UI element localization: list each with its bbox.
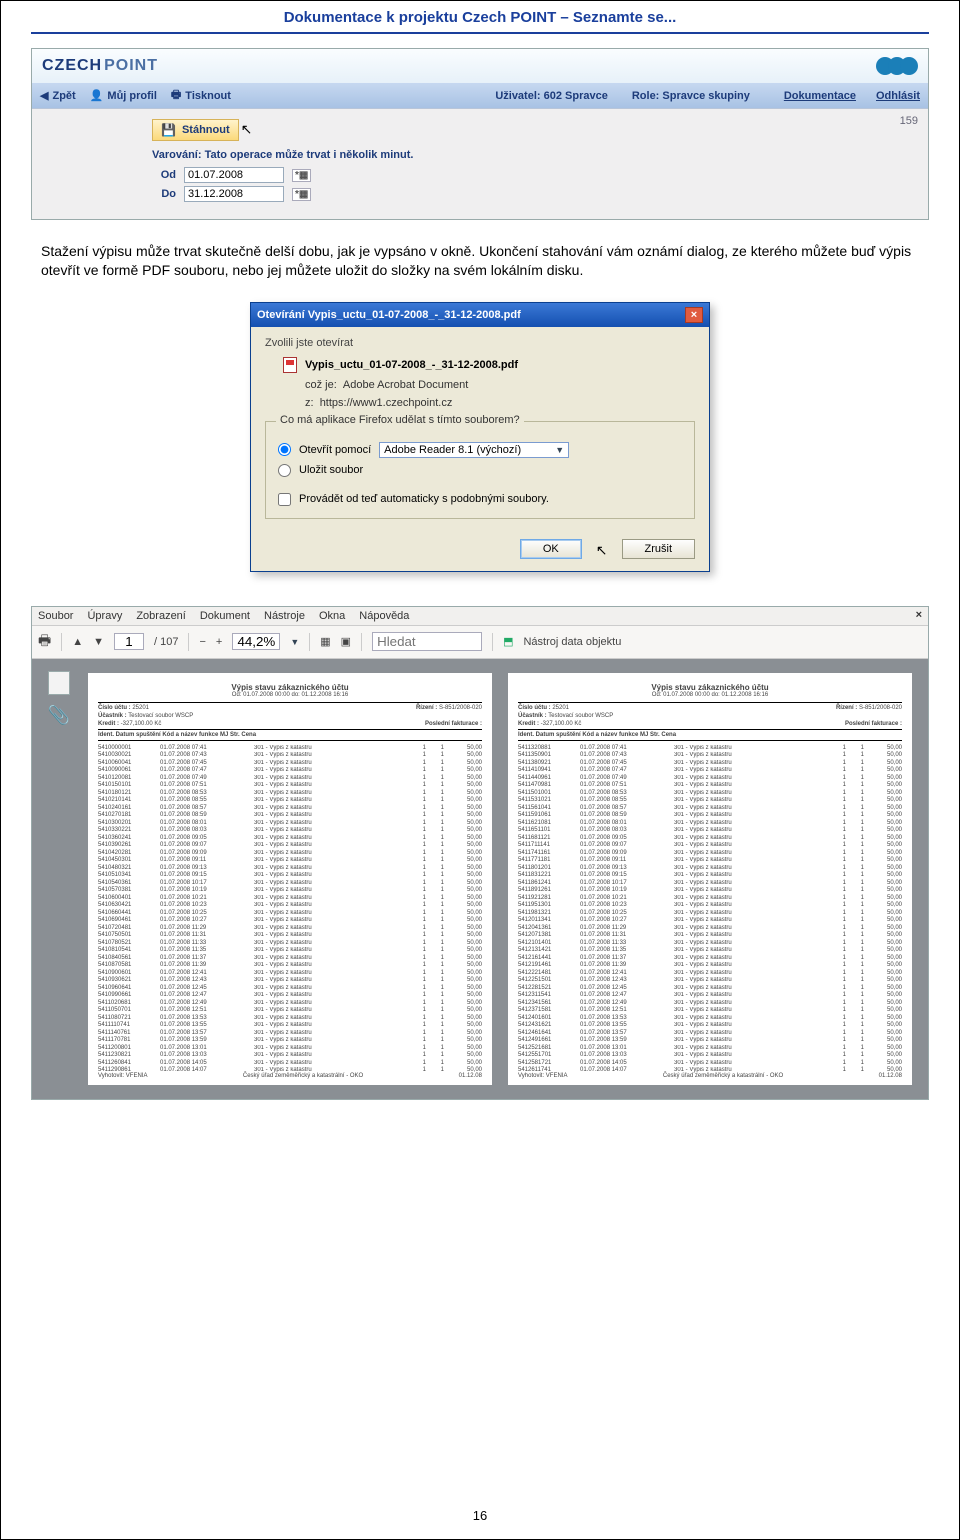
pdf-menu: Soubor Úpravy Zobrazení Dokument Nástroje Okn… [32, 607, 928, 626]
logout-link[interactable]: Odhlásit [876, 90, 920, 102]
zoom-out-icon[interactable]: − [199, 636, 205, 648]
object-tool-label: Nástroj data objektu [523, 636, 621, 648]
open-label: Otevřít pomocí [299, 444, 371, 456]
logo-czech: CZECH [42, 57, 102, 75]
back-icon: ◀ [40, 89, 48, 102]
pdf-side-panel: 📎 [40, 671, 78, 726]
viewmode-icon[interactable]: ▣ [341, 635, 351, 648]
page-up-icon[interactable]: ▲ [72, 636, 83, 648]
ok-button[interactable]: OK [520, 539, 582, 559]
zoom-in-icon[interactable]: + [216, 636, 222, 648]
viewmode-icon[interactable]: ▦ [320, 635, 330, 648]
czechpoint-app: CZECH POINT ◀Zpět 👤Můj profil 🖶Tisknout … [31, 48, 929, 220]
cursor-icon: ↖ [596, 542, 608, 559]
attachment-icon[interactable]: 📎 [48, 705, 70, 726]
print-icon[interactable]: 🖶 [38, 630, 51, 654]
page-number: 16 [1, 1508, 959, 1523]
pdf-page-2: Výpis stavu zákaznického účtuOd: 01.07.2… [508, 673, 912, 1085]
chevron-down-icon[interactable]: ▼ [290, 637, 299, 647]
logo-point: POINT [104, 57, 158, 75]
pdf-menu-item[interactable]: Úpravy [87, 610, 122, 622]
pdf-menu-item[interactable]: Dokument [200, 610, 250, 622]
user-icon: 👤 [90, 89, 104, 102]
pdf-icon [283, 357, 297, 373]
pdf-viewer: Soubor Úpravy Zobrazení Dokument Nástroje Okn… [31, 606, 929, 1100]
dialog-subtitle: Zvolili jste otevírat [265, 337, 695, 349]
paragraph-text: Stažení výpisu může trvat skutečně delší… [41, 242, 919, 280]
brand-bubbles-icon [876, 57, 918, 75]
page-input[interactable] [114, 633, 144, 650]
remember-label: Provádět od teď automaticky s podobnými … [299, 493, 549, 505]
profile-button[interactable]: 👤Můj profil [90, 89, 157, 102]
from-input[interactable] [184, 167, 284, 183]
pdf-menu-item[interactable]: Okna [319, 610, 345, 622]
close-icon[interactable]: × [685, 307, 703, 323]
pdf-menu-item[interactable]: Soubor [38, 610, 73, 622]
file-source: z: https://www1.czechpoint.cz [305, 397, 695, 409]
cancel-button[interactable]: Zrušit [622, 539, 696, 559]
to-input[interactable] [184, 186, 284, 202]
warning-text: Varování: Tato operace může trvat i něko… [152, 149, 910, 161]
documentation-link[interactable]: Dokumentace [784, 90, 856, 102]
pdf-menu-item[interactable]: Zobrazení [136, 610, 186, 622]
group-legend: Co má aplikace Firefox udělat s tímto so… [276, 414, 524, 426]
doc-header: Dokumentace k projektu Czech POINT – Sez… [31, 9, 929, 34]
download-dialog: Otevírání Vypis_uctu_01-07-2008_-_31-12-… [250, 302, 710, 572]
cursor-icon: ↖ [241, 121, 253, 138]
remember-checkbox[interactable] [278, 493, 291, 506]
pdf-menu-item[interactable]: Nápověda [359, 610, 409, 622]
page-total: / 107 [154, 636, 178, 648]
viewer-close-icon[interactable]: × [916, 609, 922, 621]
chevron-down-icon: ▼ [555, 445, 564, 455]
diskette-icon: 💾 [161, 123, 176, 137]
open-app-select[interactable]: Adobe Reader 8.1 (výchozí) ▼ [379, 442, 569, 458]
dialog-title: Otevírání Vypis_uctu_01-07-2008_-_31-12-… [257, 309, 521, 321]
print-button[interactable]: 🖶Tisknout [171, 86, 231, 105]
radio-save[interactable] [278, 464, 291, 477]
calendar-icon[interactable]: *▦ [292, 169, 311, 182]
radio-open[interactable] [278, 443, 291, 456]
download-button[interactable]: 💾 Stáhnout [152, 119, 239, 141]
app-toolbar: ◀Zpět 👤Můj profil 🖶Tisknout Uživatel: 60… [32, 83, 928, 108]
pdf-menu-item[interactable]: Nástroje [264, 610, 305, 622]
dialog-filename: Vypis_uctu_01-07-2008_-_31-12-2008.pdf [305, 359, 518, 371]
pdf-toolbar: 🖶 ▲ ▼ / 107 − + ▼ ▦ ▣ ⬒ Nástroj data obj… [32, 626, 928, 659]
record-count: 159 [900, 115, 918, 127]
save-label: Uložit soubor [299, 464, 363, 476]
from-label: Od [152, 169, 176, 181]
calendar-icon[interactable]: *▦ [292, 188, 311, 201]
page-down-icon[interactable]: ▼ [93, 636, 104, 648]
pdf-page-1: Výpis stavu zákaznického účtuOd: 01.07.2… [88, 673, 492, 1085]
file-type: což je: Adobe Acrobat Document [305, 379, 695, 391]
thumbnail-icon[interactable] [48, 671, 70, 695]
to-label: Do [152, 188, 176, 200]
user-label: Uživatel: 602 Spravce [495, 90, 608, 102]
zoom-input[interactable] [232, 633, 280, 650]
role-label: Role: Spravce skupiny [632, 90, 750, 102]
back-button[interactable]: ◀Zpět [40, 89, 76, 102]
app-logo: CZECH POINT [42, 57, 158, 75]
object-tool-icon[interactable]: ⬒ [503, 635, 513, 648]
print-icon: 🖶 [171, 86, 181, 105]
search-input[interactable] [372, 632, 482, 651]
